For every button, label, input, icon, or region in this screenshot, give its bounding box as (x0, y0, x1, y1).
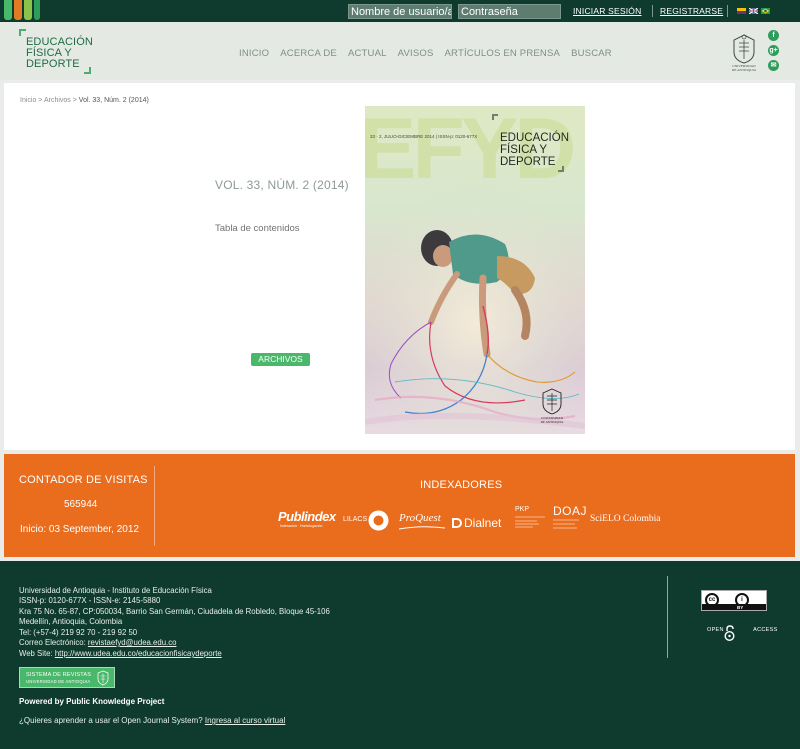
brand-tabs-icon (4, 0, 44, 22)
breadcrumb-home[interactable]: Inicio (20, 97, 36, 104)
table-of-contents-link[interactable]: Tabla de contenidos (215, 223, 300, 234)
nav-avisos[interactable]: AVISOS (398, 48, 434, 59)
flag-es-icon[interactable] (737, 8, 746, 14)
university-seal-icon (97, 670, 109, 686)
footer-address: Kra 75 No. 65-87, CP:050034, Barrio San … (19, 607, 330, 616)
breadcrumb-archive[interactable]: Archivos (44, 97, 71, 104)
footer-phone: Tel: (+57-4) 219 92 70 - 219 92 50 (19, 628, 138, 637)
main-nav: INICIO ACERCA DE ACTUAL AVISOS ARTÍCULOS… (239, 48, 623, 59)
dialnet-logo[interactable]: Dialnet (452, 516, 501, 530)
visit-counter-title: CONTADOR DE VISITAS (19, 474, 148, 486)
cover-issn: 33 · 2, JULIO-DICIEMBRE 2014 | ISSN-p: 0… (370, 134, 478, 139)
divider (667, 576, 668, 658)
cover-title-line: DEPORTE (500, 156, 556, 168)
doaj-lines-icon (553, 519, 579, 529)
journals-system-badge[interactable]: SISTEMA DE REVISTAS UNIVERSIDAD DE ANTIO… (19, 667, 115, 688)
site-header: EDUCACIÓN FÍSICA Y DEPORTE INICIO ACERCA… (0, 22, 800, 80)
facebook-icon[interactable]: f (768, 30, 779, 41)
lilacs-circle-icon (368, 510, 389, 531)
footer-website: Web Site: http://www.udea.edu.co/educaci… (19, 649, 222, 658)
university-seal-icon: UNIVERSIDAD DE ANTIOQUIA (732, 34, 757, 72)
breadcrumb-current: Vol. 33, Núm. 2 (2014) (78, 97, 149, 104)
doaj-logo[interactable]: DOAJ (553, 504, 587, 518)
cc-by-label: BY (737, 605, 744, 610)
footer-email: Correo Electrónico: revistaefyd@udea.edu… (19, 638, 177, 647)
divider (154, 466, 155, 546)
password-input[interactable] (458, 4, 561, 19)
open-lock-icon (724, 625, 735, 641)
footer-institution: Universidad de Antioquia - Instituto de … (19, 586, 212, 595)
scielo-logo[interactable]: SciELO Colombia (590, 514, 660, 524)
publindex-subtitle: Indexación · Homologación (280, 524, 323, 528)
logo-line: DEPORTE (26, 58, 80, 70)
site-footer: Universidad de Antioquia - Instituto de … (0, 561, 800, 749)
nav-actual[interactable]: ACTUAL (348, 48, 387, 59)
proquest-swoosh-icon (399, 526, 445, 530)
issue-cover-image[interactable]: EFYD 33 · 2, JULIO-DICIEMBRE 2014 | ISSN… (365, 106, 585, 434)
main-content: Inicio > Archivos > Vol. 33, Núm. 2 (201… (4, 83, 795, 450)
nav-articulos-en-prensa[interactable]: ARTÍCULOS EN PRENSA (445, 48, 561, 59)
footer-email-link[interactable]: revistaefyd@udea.edu.co (88, 638, 177, 647)
dialnet-label: Dialnet (464, 516, 502, 530)
footer-city: Medellín, Antioquia, Colombia (19, 617, 123, 626)
username-input[interactable] (348, 4, 452, 19)
nav-buscar[interactable]: BUSCAR (571, 48, 612, 59)
flag-pt-icon[interactable] (761, 8, 770, 14)
cover-title-line: FÍSICA Y (500, 144, 548, 156)
svg-text:DE ANTIOQUIA: DE ANTIOQUIA (732, 68, 757, 72)
powered-by: Powered by Public Knowledge Project (19, 697, 165, 706)
creative-commons-badge[interactable]: cc i BY (701, 590, 767, 611)
breadcrumb: Inicio > Archivos > Vol. 33, Núm. 2 (201… (20, 97, 149, 104)
divider (652, 5, 653, 17)
pkp-lines-icon (515, 516, 545, 528)
divider (727, 5, 728, 17)
cover-university-seal-icon: UNIVERSIDAD DE ANTIOQUIA (541, 388, 564, 424)
learn-ojs: ¿Quieres aprender a usar el Open Journal… (19, 716, 286, 725)
nav-inicio[interactable]: INICIO (239, 48, 269, 59)
journal-logo[interactable]: EDUCACIÓN FÍSICA Y DEPORTE (19, 29, 93, 74)
nav-acerca-de[interactable]: ACERCA DE (280, 48, 337, 59)
google-plus-icon[interactable]: g+ (768, 45, 779, 56)
proquest-logo[interactable]: ProQuest (399, 512, 441, 524)
login-link[interactable]: INICIAR SESIÓN (573, 6, 641, 16)
footer-issn: ISSN-p: 0120-677X - ISSN-e: 2145-5880 (19, 596, 161, 605)
open-access-logo[interactable]: OPEN ACCESS (707, 627, 778, 633)
publindex-logo[interactable]: Publindex (278, 509, 336, 524)
visits-and-indexers-band: CONTADOR DE VISITAS 565944 Inicio: 03 Se… (4, 454, 795, 557)
indexers-title: INDEXADORES (420, 479, 503, 491)
virtual-course-link[interactable]: Ingresa al curso virtual (205, 716, 285, 725)
flag-en-icon[interactable] (749, 8, 758, 14)
archives-button[interactable]: ARCHIVOS (251, 353, 310, 366)
visit-counter-value: 565944 (64, 499, 98, 510)
footer-website-link[interactable]: http://www.udea.edu.co/educacionfisicayd… (55, 649, 222, 658)
pkp-logo[interactable]: PKP (515, 506, 529, 513)
register-link[interactable]: REGISTRARSE (660, 6, 723, 16)
visit-counter-start: Inicio: 03 September, 2012 (20, 524, 139, 535)
top-bar: INICIAR SESIÓN REGISTRARSE (0, 0, 800, 22)
issue-title: VOL. 33, NÚM. 2 (2014) (215, 178, 349, 192)
email-icon[interactable]: ✉ (768, 60, 779, 71)
cover-title-line: EDUCACIÓN (500, 132, 570, 144)
svg-text:DE ANTIOQUIA: DE ANTIOQUIA (541, 420, 564, 424)
lilacs-logo[interactable]: LILACS (343, 516, 367, 523)
